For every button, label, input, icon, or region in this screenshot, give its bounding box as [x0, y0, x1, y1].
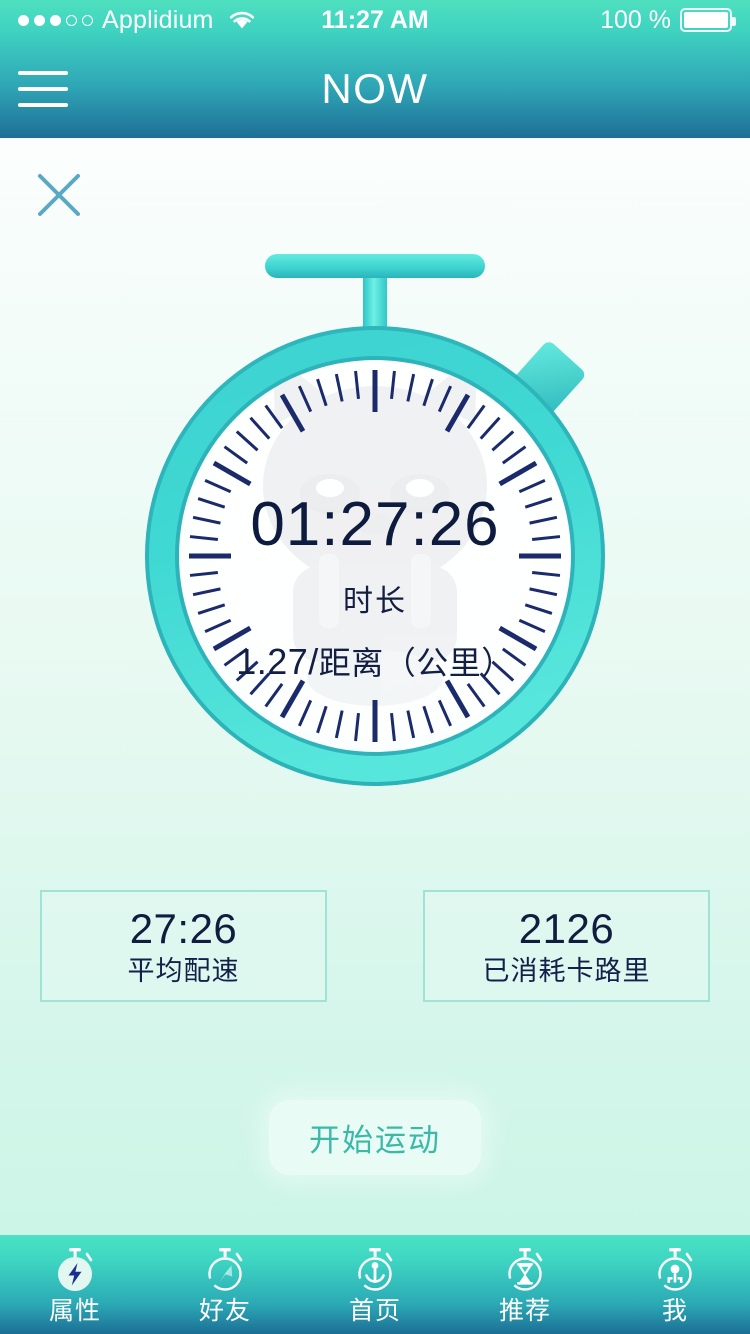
- tab-attributes[interactable]: 属性: [0, 1235, 150, 1334]
- tab-label: 属性: [48, 1297, 101, 1326]
- person-stopwatch-icon: [658, 1248, 693, 1292]
- hourglass-stopwatch-icon: [508, 1248, 543, 1292]
- stat-card-average-pace[interactable]: 27:26 平均配速: [40, 890, 327, 1002]
- status-bar-left: Applidium: [18, 6, 257, 35]
- stopwatch-widget[interactable]: 01:27:26 时长 1.27/距离（公里）: [115, 236, 635, 816]
- stat-value: 27:26: [129, 904, 238, 952]
- start-exercise-label: 开始运动: [309, 1123, 441, 1158]
- wifi-icon: [229, 11, 254, 29]
- tab-label: 我: [661, 1297, 688, 1326]
- stat-card-calories-burned[interactable]: 2126 已消耗卡路里: [423, 890, 710, 1002]
- stopwatch-icon: [145, 254, 605, 786]
- compass-stopwatch-icon: [208, 1248, 243, 1292]
- app-screen: Applidium 11:27 AM 100 % NOW 01:27:26 时长…: [0, 0, 750, 1334]
- bolt-stopwatch-icon: [58, 1248, 93, 1292]
- signal-dot: [66, 14, 77, 26]
- hamburger-menu-icon[interactable]: [18, 71, 68, 107]
- signal-strength-dots: [18, 14, 93, 26]
- signal-dot: [50, 14, 61, 26]
- close-icon[interactable]: [34, 170, 84, 220]
- main-content: 01:27:26 时长 1.27/距离（公里） 27:26 平均配速 2126 …: [0, 138, 750, 1235]
- signal-dot: [82, 14, 93, 26]
- stats-row: 27:26 平均配速 2126 已消耗卡路里: [40, 890, 710, 1002]
- stat-label: 平均配速: [127, 955, 240, 986]
- page-title: NOW: [321, 65, 429, 112]
- tab-recommend[interactable]: 推荐: [450, 1235, 600, 1334]
- signal-dot: [34, 14, 45, 26]
- tab-label: 好友: [198, 1297, 251, 1326]
- start-exercise-button[interactable]: 开始运动: [269, 1100, 481, 1175]
- stat-value: 2126: [518, 904, 615, 952]
- stat-label: 已消耗卡路里: [482, 955, 651, 986]
- tab-label: 推荐: [498, 1297, 551, 1326]
- status-bar-right: 100 %: [600, 5, 736, 35]
- status-bar: Applidium 11:27 AM 100 %: [0, 0, 750, 40]
- tab-home[interactable]: 首页: [300, 1235, 450, 1334]
- navigation-bar: NOW: [0, 40, 750, 138]
- tab-label: 首页: [348, 1297, 401, 1326]
- tab-friends[interactable]: 好友: [150, 1235, 300, 1334]
- battery-full-icon: [680, 8, 736, 32]
- bottom-tab-bar: 属性 好友 首页 推荐 我: [0, 1235, 750, 1334]
- carrier-name: Applidium: [102, 5, 214, 34]
- signal-dot: [18, 14, 29, 26]
- tab-profile[interactable]: 我: [600, 1235, 750, 1334]
- anchor-stopwatch-icon: [358, 1248, 393, 1292]
- battery-percent-label: 100 %: [600, 5, 671, 34]
